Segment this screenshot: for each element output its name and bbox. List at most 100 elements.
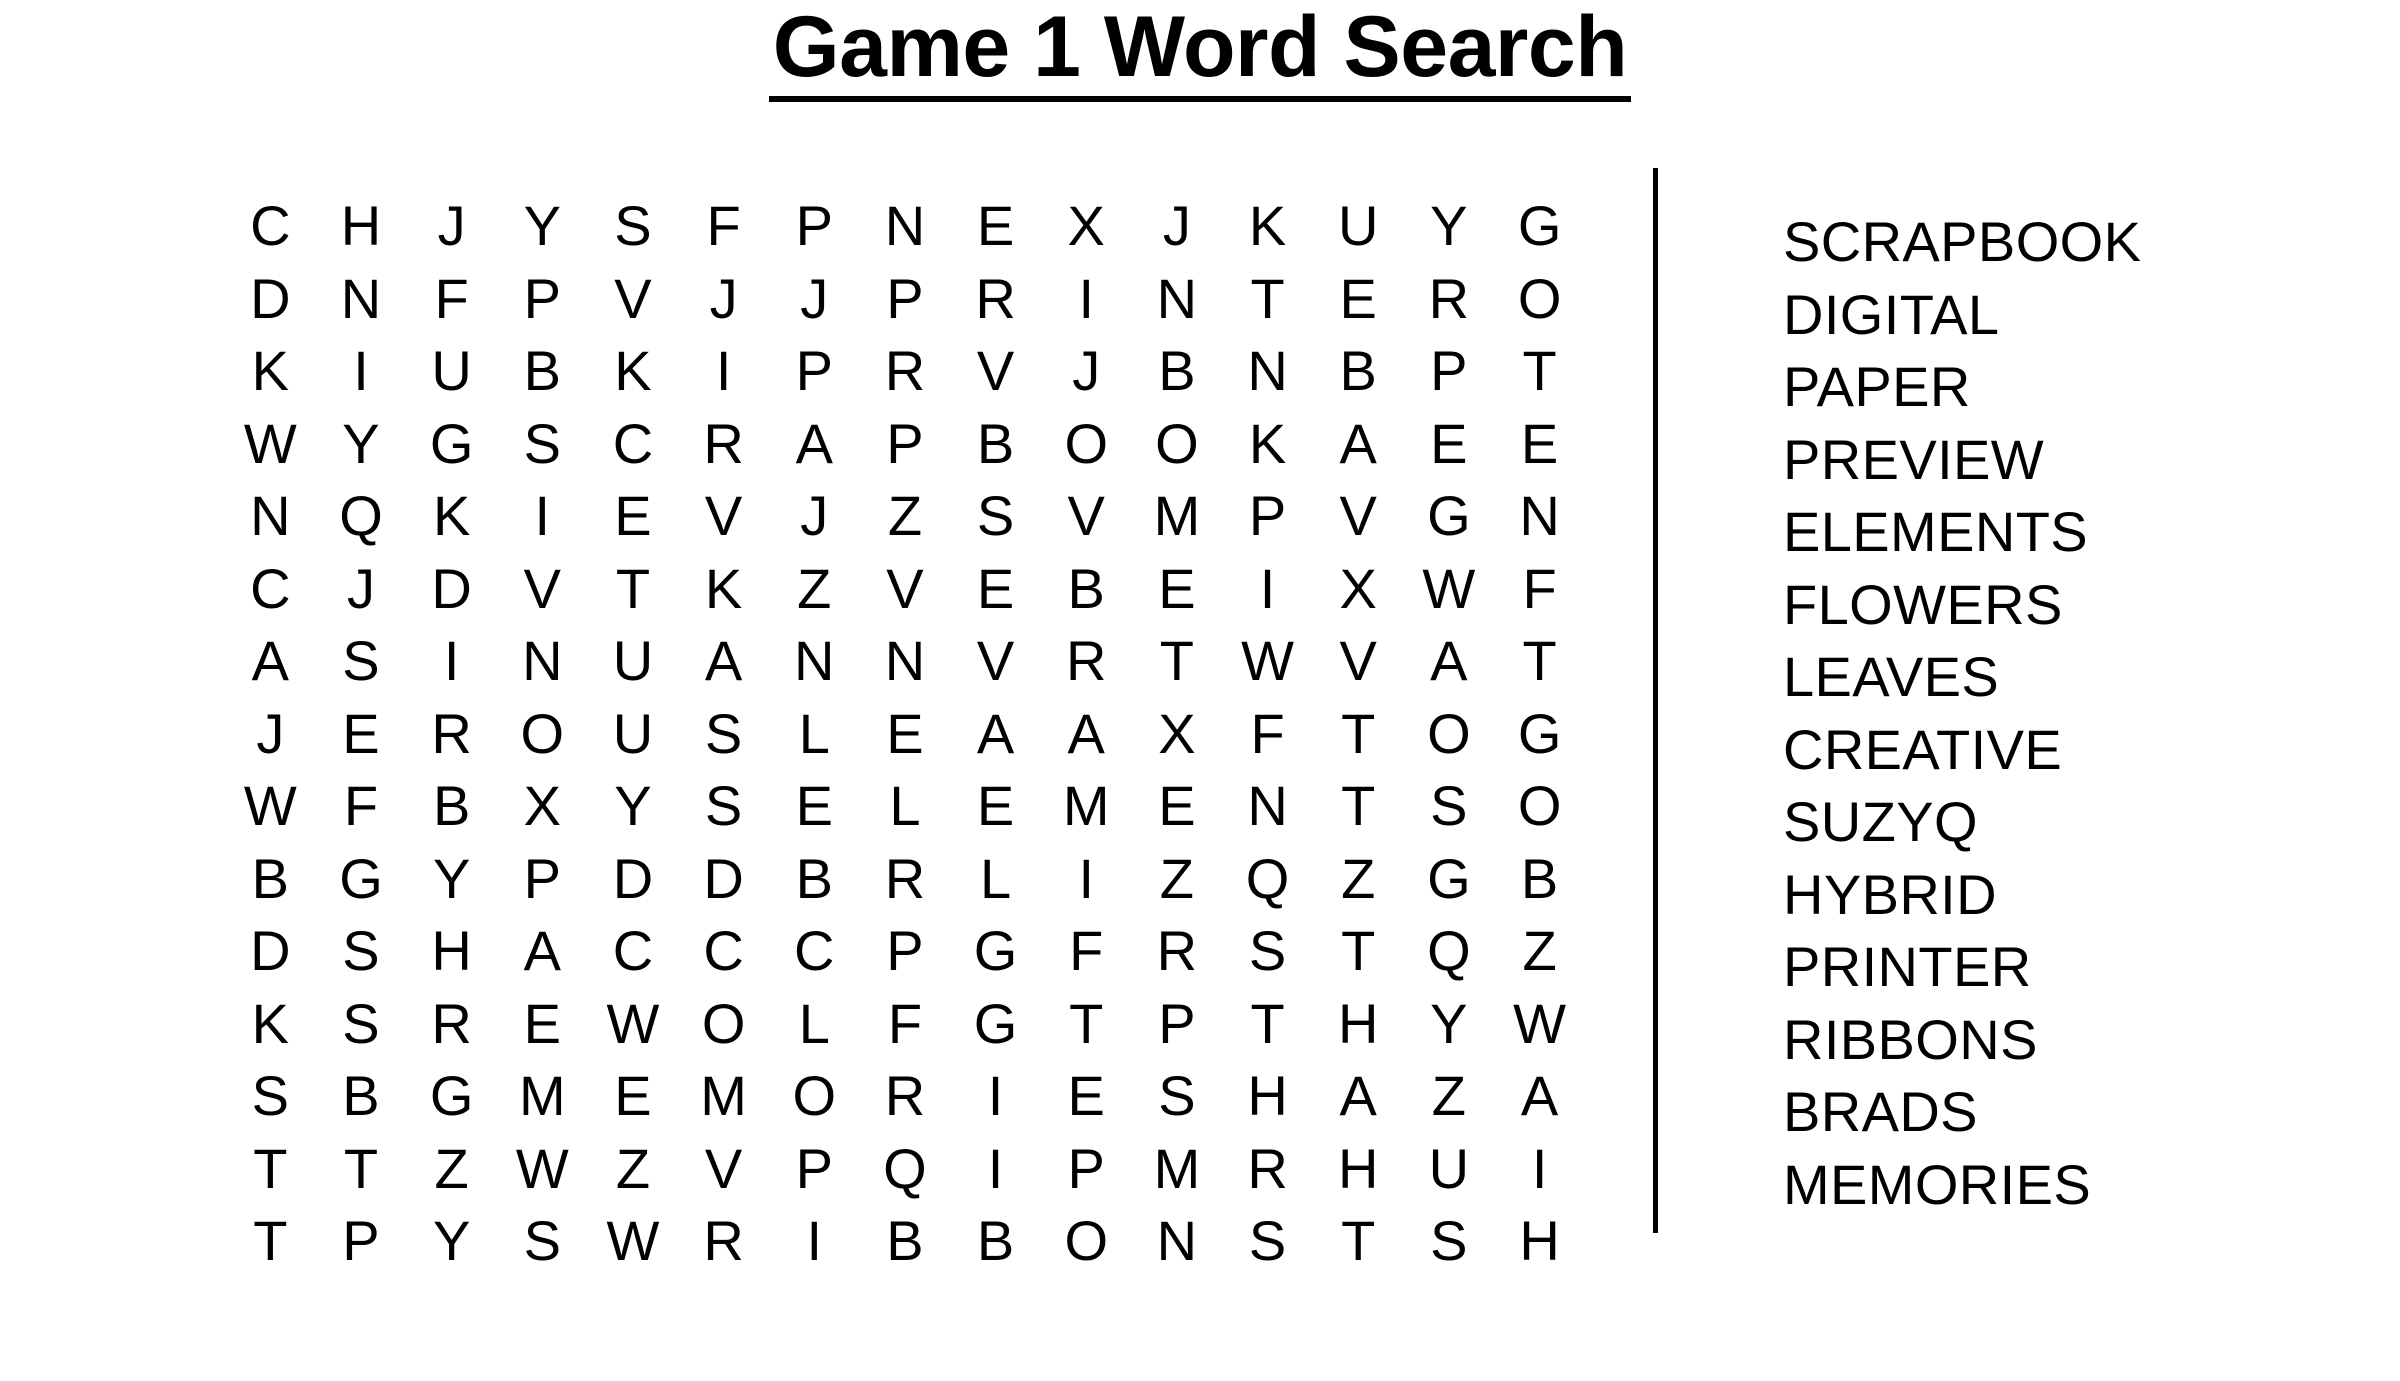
grid-cell[interactable]: W <box>225 770 316 843</box>
grid-cell[interactable]: Q <box>316 480 407 553</box>
grid-cell[interactable]: G <box>950 915 1041 988</box>
grid-cell[interactable]: M <box>1041 770 1132 843</box>
grid-cell[interactable]: Z <box>1313 843 1404 916</box>
grid-cell[interactable]: Y <box>316 408 407 481</box>
grid-cell[interactable]: S <box>497 1205 588 1278</box>
grid-cell[interactable]: N <box>860 625 951 698</box>
grid-cell[interactable]: E <box>316 698 407 771</box>
grid-cell[interactable]: S <box>950 480 1041 553</box>
grid-cell[interactable]: W <box>588 988 679 1061</box>
grid-cell[interactable]: D <box>225 915 316 988</box>
grid-cell[interactable]: C <box>678 915 769 988</box>
grid-cell[interactable]: T <box>316 1133 407 1206</box>
word-list-item[interactable]: RIBBONS <box>1783 1004 2141 1077</box>
grid-cell[interactable]: O <box>497 698 588 771</box>
grid-cell[interactable]: V <box>678 1133 769 1206</box>
grid-cell[interactable]: T <box>225 1133 316 1206</box>
grid-cell[interactable]: S <box>316 625 407 698</box>
grid-cell[interactable]: B <box>497 335 588 408</box>
grid-cell[interactable]: V <box>860 553 951 626</box>
grid-cell[interactable]: O <box>1494 770 1585 843</box>
word-list-item[interactable]: MEMORIES <box>1783 1149 2141 1222</box>
grid-cell[interactable]: A <box>1494 1060 1585 1133</box>
grid-cell[interactable]: J <box>225 698 316 771</box>
grid-cell[interactable]: K <box>1222 408 1313 481</box>
grid-cell[interactable]: C <box>225 190 316 263</box>
grid-cell[interactable]: G <box>1494 698 1585 771</box>
grid-cell[interactable]: P <box>497 263 588 336</box>
grid-cell[interactable]: E <box>769 770 860 843</box>
grid-cell[interactable]: Y <box>1404 988 1495 1061</box>
grid-cell[interactable]: T <box>1313 915 1404 988</box>
grid-cell[interactable]: T <box>1132 625 1223 698</box>
word-list-item[interactable]: SUZYQ <box>1783 786 2141 859</box>
grid-cell[interactable]: P <box>1404 335 1495 408</box>
grid-cell[interactable]: P <box>1041 1133 1132 1206</box>
grid-cell[interactable]: Q <box>1404 915 1495 988</box>
grid-cell[interactable]: A <box>769 408 860 481</box>
grid-cell[interactable]: G <box>1494 190 1585 263</box>
grid-cell[interactable]: Y <box>406 1205 497 1278</box>
grid-cell[interactable]: J <box>1041 335 1132 408</box>
grid-cell[interactable]: Z <box>860 480 951 553</box>
grid-cell[interactable]: M <box>678 1060 769 1133</box>
grid-cell[interactable]: E <box>1132 770 1223 843</box>
grid-cell[interactable]: R <box>678 1205 769 1278</box>
grid-cell[interactable]: S <box>678 698 769 771</box>
grid-cell[interactable]: E <box>950 190 1041 263</box>
grid-cell[interactable]: W <box>225 408 316 481</box>
grid-cell[interactable]: G <box>406 408 497 481</box>
grid-cell[interactable]: T <box>1313 1205 1404 1278</box>
grid-cell[interactable]: D <box>406 553 497 626</box>
word-list-item[interactable]: FLOWERS <box>1783 569 2141 642</box>
grid-cell[interactable]: R <box>860 843 951 916</box>
grid-cell[interactable]: L <box>860 770 951 843</box>
grid-cell[interactable]: R <box>1041 625 1132 698</box>
grid-cell[interactable]: E <box>1132 553 1223 626</box>
grid-cell[interactable]: B <box>1313 335 1404 408</box>
grid-cell[interactable]: V <box>1313 480 1404 553</box>
grid-cell[interactable]: P <box>1132 988 1223 1061</box>
grid-cell[interactable]: A <box>950 698 1041 771</box>
grid-cell[interactable]: R <box>1132 915 1223 988</box>
grid-cell[interactable]: E <box>1313 263 1404 336</box>
grid-cell[interactable]: I <box>950 1133 1041 1206</box>
grid-cell[interactable]: Z <box>588 1133 679 1206</box>
grid-cell[interactable]: O <box>1494 263 1585 336</box>
word-list-item[interactable]: PRINTER <box>1783 931 2141 1004</box>
grid-cell[interactable]: N <box>1132 1205 1223 1278</box>
grid-cell[interactable]: P <box>769 1133 860 1206</box>
grid-cell[interactable]: P <box>316 1205 407 1278</box>
grid-cell[interactable]: P <box>860 408 951 481</box>
grid-cell[interactable]: D <box>225 263 316 336</box>
grid-cell[interactable]: A <box>1313 408 1404 481</box>
grid-cell[interactable]: R <box>1404 263 1495 336</box>
grid-cell[interactable]: H <box>316 190 407 263</box>
word-list-item[interactable]: PAPER <box>1783 351 2141 424</box>
grid-cell[interactable]: I <box>769 1205 860 1278</box>
grid-cell[interactable]: R <box>860 335 951 408</box>
grid-cell[interactable]: R <box>406 988 497 1061</box>
grid-cell[interactable]: C <box>225 553 316 626</box>
grid-cell[interactable]: V <box>1041 480 1132 553</box>
grid-cell[interactable]: K <box>225 988 316 1061</box>
grid-cell[interactable]: F <box>316 770 407 843</box>
grid-cell[interactable]: A <box>678 625 769 698</box>
grid-cell[interactable]: I <box>1494 1133 1585 1206</box>
grid-cell[interactable]: T <box>1494 625 1585 698</box>
grid-cell[interactable]: I <box>1041 263 1132 336</box>
grid-cell[interactable]: V <box>1313 625 1404 698</box>
grid-cell[interactable]: F <box>1494 553 1585 626</box>
grid-cell[interactable]: X <box>1313 553 1404 626</box>
grid-cell[interactable]: E <box>588 480 679 553</box>
grid-cell[interactable]: O <box>1404 698 1495 771</box>
grid-cell[interactable]: F <box>1041 915 1132 988</box>
grid-cell[interactable]: O <box>769 1060 860 1133</box>
grid-cell[interactable]: K <box>588 335 679 408</box>
grid-cell[interactable]: R <box>406 698 497 771</box>
grid-cell[interactable]: Y <box>497 190 588 263</box>
grid-cell[interactable]: A <box>497 915 588 988</box>
grid-cell[interactable]: K <box>1222 190 1313 263</box>
grid-cell[interactable]: X <box>497 770 588 843</box>
grid-cell[interactable]: M <box>497 1060 588 1133</box>
